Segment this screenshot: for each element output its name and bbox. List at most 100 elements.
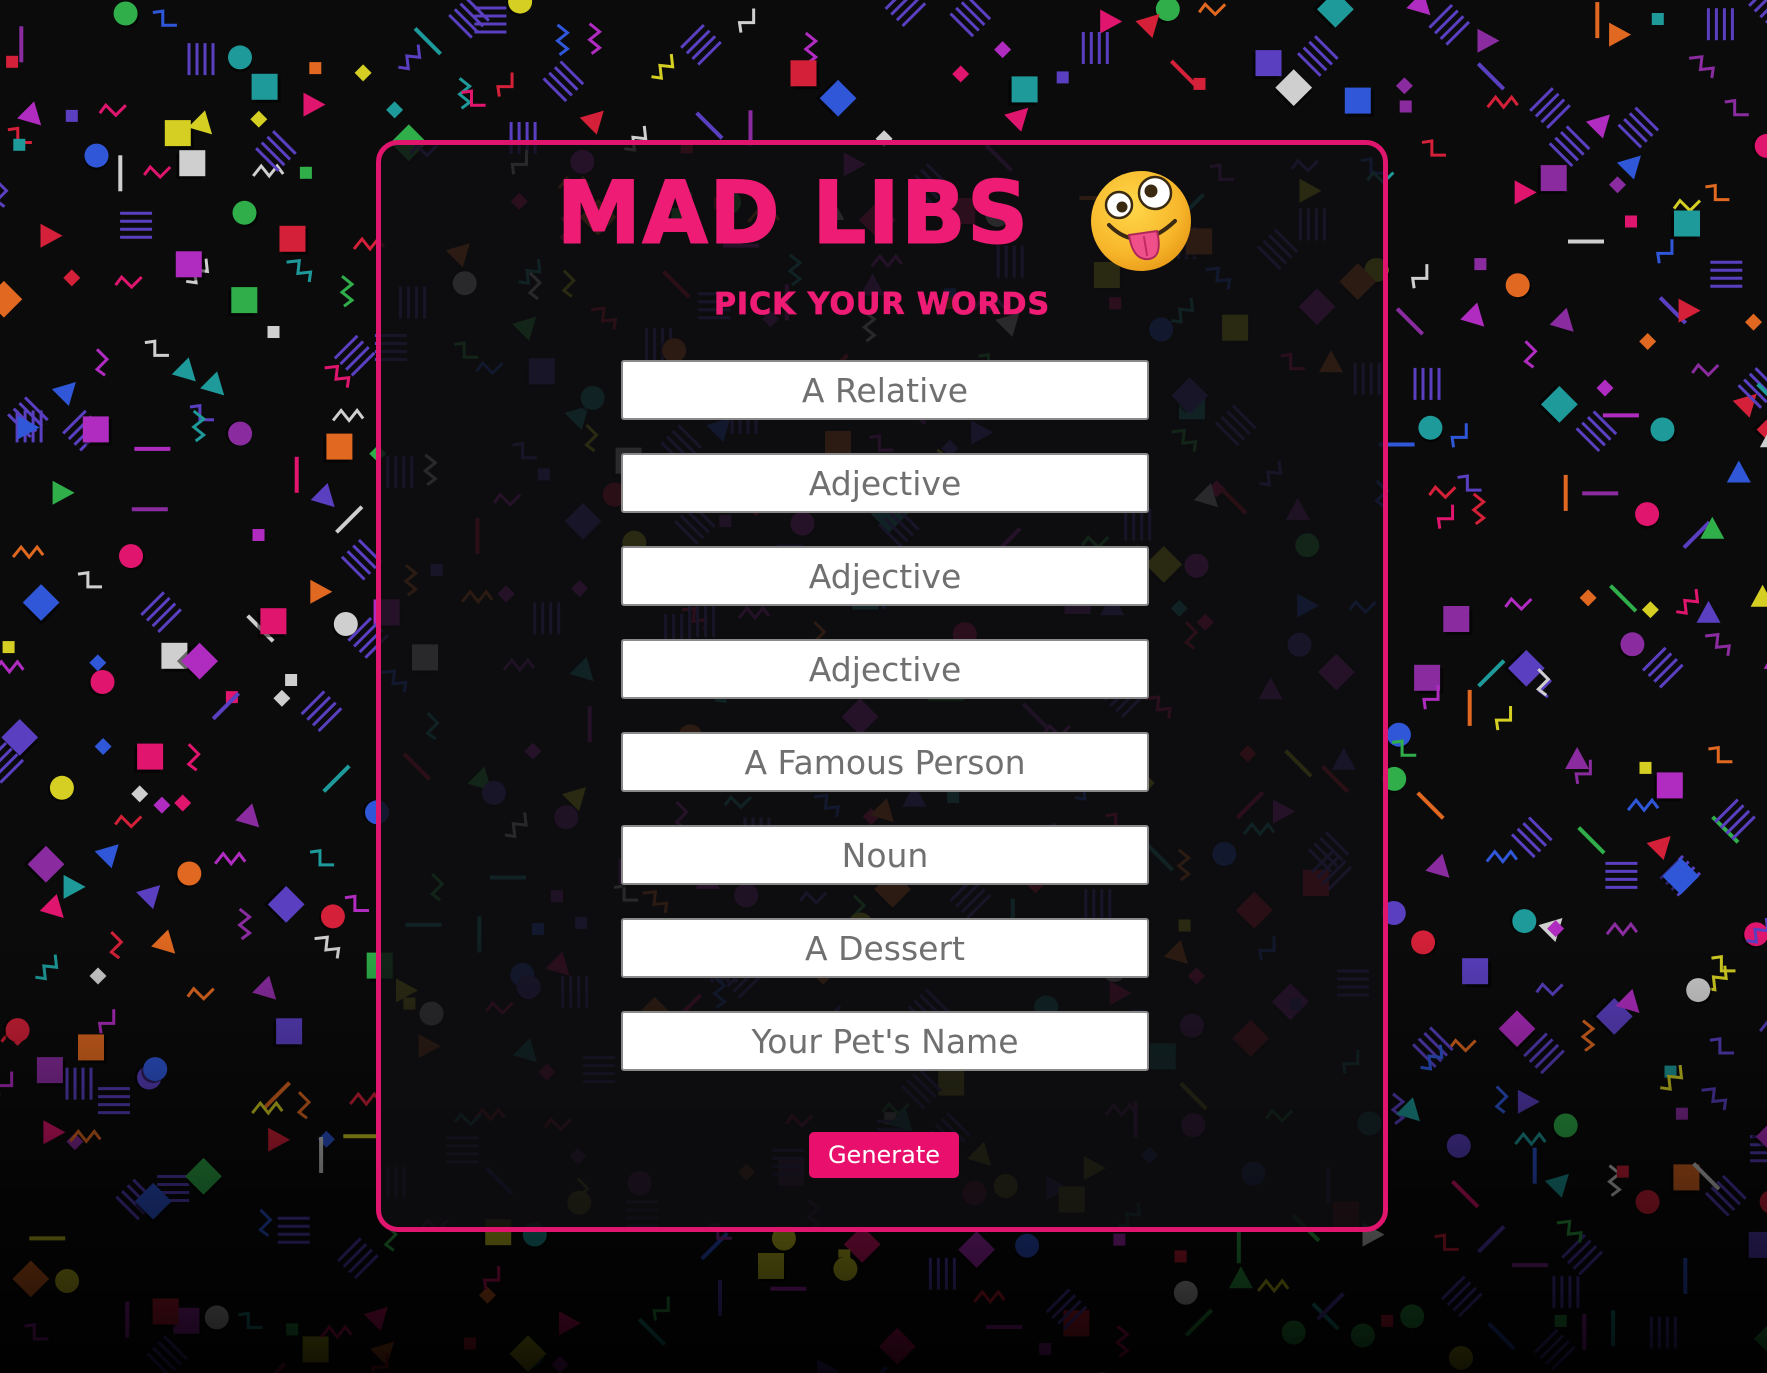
generate-button[interactable]: Generate xyxy=(809,1132,959,1178)
confetti-shape xyxy=(1486,94,1519,110)
pet-name-input[interactable] xyxy=(621,1011,1149,1071)
confetti-shape xyxy=(88,670,115,696)
confetti-shape xyxy=(0,280,23,318)
confetti-shape xyxy=(1425,853,1450,878)
confetti-shape xyxy=(77,570,103,589)
confetti-shape xyxy=(1705,632,1731,657)
relative-input[interactable] xyxy=(621,360,1149,420)
confetti-shape xyxy=(1257,1278,1290,1294)
confetti-shape xyxy=(1347,1323,1375,1348)
confetti-shape xyxy=(214,851,247,867)
confetti-shape xyxy=(1671,210,1700,240)
confetti-shape xyxy=(1312,0,1354,28)
confetti-shape xyxy=(1171,1280,1198,1307)
confetti-shape xyxy=(1451,1179,1480,1209)
confetti-shape xyxy=(279,225,309,255)
confetti-shape xyxy=(98,1087,130,1115)
confetti-shape xyxy=(344,894,370,912)
adjective-input-3[interactable] xyxy=(621,639,1149,699)
confetti-shape xyxy=(363,1307,388,1332)
confetti-shape xyxy=(1100,9,1123,34)
confetti-shape xyxy=(228,45,252,73)
confetti-shape xyxy=(63,269,81,287)
confetti-shape xyxy=(175,861,202,888)
confetti-shape xyxy=(1672,198,1702,213)
confetti-shape xyxy=(1517,1089,1540,1114)
confetti-shape xyxy=(482,1265,501,1291)
confetti-shape xyxy=(1732,393,1757,418)
adjective-input-1[interactable] xyxy=(621,453,1149,513)
confetti-shape xyxy=(200,371,225,396)
confetti-shape xyxy=(1689,55,1715,79)
confetti-shape xyxy=(1565,747,1590,769)
subtitle: PICK YOUR WORDS xyxy=(713,287,1051,323)
confetti-shape xyxy=(1686,978,1713,1005)
confetti-shape xyxy=(258,1208,273,1238)
confetti-shape xyxy=(1751,1118,1767,1156)
confetti-shape xyxy=(140,591,182,633)
confetti-shape xyxy=(146,1335,188,1373)
confetti-shape xyxy=(1617,106,1660,149)
confetti-shape xyxy=(94,844,119,869)
confetti-shape xyxy=(1705,183,1730,202)
confetti-shape xyxy=(141,1057,168,1084)
confetti-shape xyxy=(1485,849,1519,865)
confetti-shape xyxy=(1503,649,1545,687)
confetti-shape xyxy=(758,1253,787,1282)
confetti-shape xyxy=(587,22,603,55)
confetti-shape xyxy=(2,641,15,654)
confetti-shape xyxy=(1446,1133,1471,1161)
confetti-shape xyxy=(1635,502,1660,529)
confetti-shape xyxy=(303,92,326,117)
confetti-shape xyxy=(225,421,253,446)
confetti-shape xyxy=(1113,1233,1126,1246)
confetti-shape xyxy=(55,1269,80,1296)
confetti-shape xyxy=(134,743,164,773)
confetti-shape xyxy=(817,1359,839,1373)
dessert-input[interactable] xyxy=(621,918,1149,978)
confetti-shape xyxy=(1443,606,1473,635)
page: MAD LIBS PICK YOUR WORDS A Relative Adje… xyxy=(0,0,1767,1373)
confetti-shape xyxy=(1549,307,1574,332)
confetti-shape xyxy=(859,1365,889,1373)
confetti-shape xyxy=(1585,114,1610,139)
confetti-shape xyxy=(164,120,194,150)
confetti-shape xyxy=(175,251,205,281)
confetti-shape xyxy=(1748,0,1767,24)
confetti-shape xyxy=(1639,761,1652,774)
confetti-shape xyxy=(1169,59,1199,88)
confetti-shape xyxy=(1471,492,1487,526)
noun-input[interactable] xyxy=(621,825,1149,885)
confetti-shape xyxy=(949,0,992,38)
confetti-shape xyxy=(252,975,277,1000)
confetti-shape xyxy=(268,1127,291,1152)
confetti-shape xyxy=(1751,133,1767,158)
confetti-shape xyxy=(1039,1342,1052,1355)
confetti-shape xyxy=(43,1120,66,1145)
confetti-shape xyxy=(114,274,143,290)
confetti-shape xyxy=(1536,386,1578,423)
confetti-shape xyxy=(63,874,86,899)
confetti-shape xyxy=(509,1335,547,1373)
confetti-shape xyxy=(1745,313,1762,331)
confetti-shape xyxy=(23,845,65,883)
confetti-shape xyxy=(551,1356,569,1373)
confetti-shape xyxy=(1477,659,1506,688)
confetti-shape xyxy=(1626,797,1660,813)
confetti-shape xyxy=(35,954,59,981)
confetti-shape xyxy=(1436,504,1455,529)
confetti-shape xyxy=(273,1018,303,1048)
famous-person-input[interactable] xyxy=(621,732,1149,792)
adjective-input-2[interactable] xyxy=(621,546,1149,606)
confetti-shape xyxy=(6,55,19,68)
confetti-shape xyxy=(331,408,365,423)
title-row: MAD LIBS xyxy=(381,157,1383,277)
confetti-shape xyxy=(251,73,281,103)
confetti-shape xyxy=(1487,1321,1516,1351)
mad-libs-card: MAD LIBS PICK YOUR WORDS A Relative Adje… xyxy=(376,140,1388,1232)
confetti-shape xyxy=(1710,260,1743,288)
confetti-shape xyxy=(65,109,78,122)
confetti-shape xyxy=(1750,584,1767,607)
confetti-shape xyxy=(1477,1224,1506,1254)
confetti-shape xyxy=(1391,739,1417,757)
